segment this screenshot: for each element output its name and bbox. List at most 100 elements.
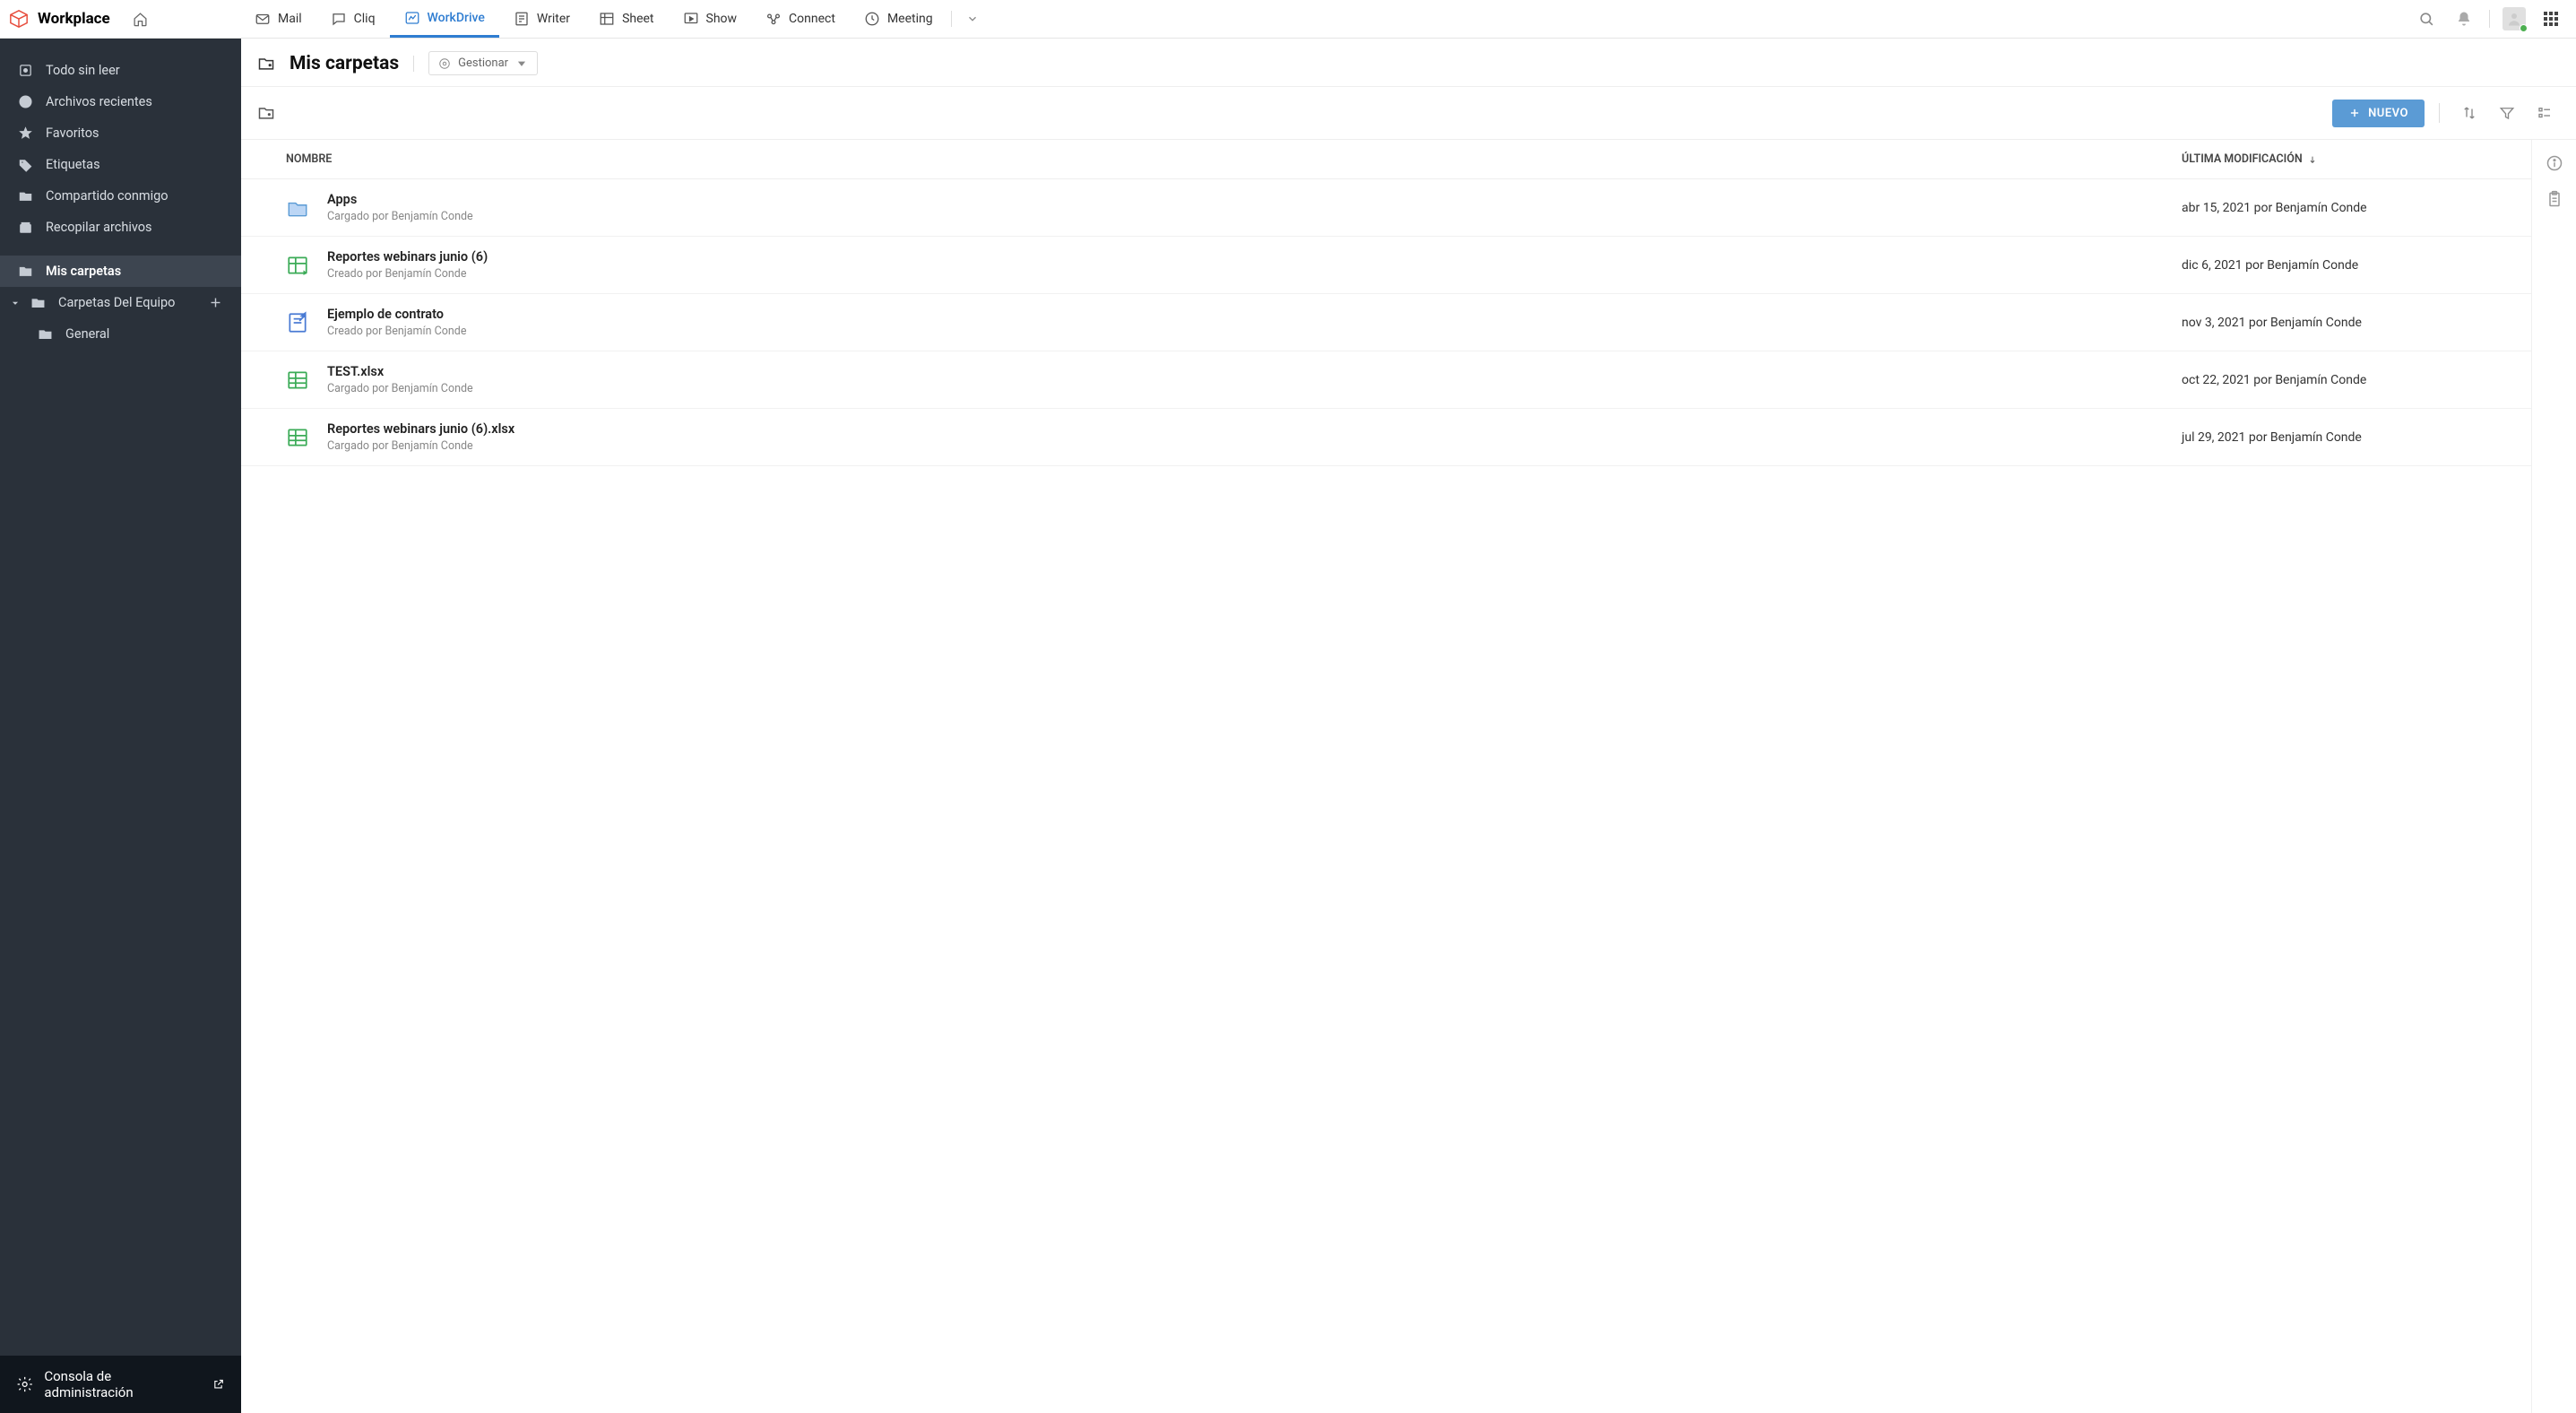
app-tab-cliq[interactable]: Cliq bbox=[316, 0, 390, 38]
file-modified: nov 3, 2021 por Benjamín Conde bbox=[2182, 316, 2486, 330]
page-voidheader: Mis carpetas Gestionar bbox=[241, 39, 2576, 87]
apps-more-button[interactable] bbox=[955, 0, 990, 38]
top-bar: Workplace Mail Cliq WorkDrive Writer She… bbox=[0, 0, 2576, 39]
sidebar-item-label: Etiquetas bbox=[46, 157, 100, 172]
folder-icon bbox=[286, 196, 309, 220]
brand: Workplace bbox=[9, 6, 240, 31]
plus-icon bbox=[2348, 107, 2361, 119]
app-tab-workdrive[interactable]: WorkDrive bbox=[390, 0, 499, 38]
app-tab-mail[interactable]: Mail bbox=[240, 0, 316, 38]
file-row[interactable]: Reportes webinars junio (6) Creado por B… bbox=[241, 237, 2531, 294]
app-tab-show[interactable]: Show bbox=[669, 0, 752, 38]
clipboard-icon bbox=[2546, 190, 2563, 208]
gear-icon bbox=[16, 1375, 33, 1393]
sidebar-item-my-folders[interactable]: Mis carpetas bbox=[0, 256, 241, 287]
home-button[interactable] bbox=[128, 6, 153, 31]
column-header-name[interactable]: NOMBRE bbox=[286, 152, 2182, 166]
file-modified: jul 29, 2021 por Benjamín Conde bbox=[2182, 430, 2486, 445]
sidebar-item-general[interactable]: General bbox=[0, 318, 241, 350]
sidebar-item-label: Mis carpetas bbox=[46, 264, 121, 279]
sidebar-item-team-folders[interactable]: Carpetas Del Equipo bbox=[0, 287, 241, 318]
right-rail bbox=[2531, 140, 2576, 1413]
meeting-icon bbox=[864, 11, 880, 27]
sheet-icon bbox=[599, 11, 615, 27]
app-label: WorkDrive bbox=[428, 11, 485, 25]
app-tab-connect[interactable]: Connect bbox=[751, 0, 850, 38]
xlsx-icon bbox=[286, 426, 309, 449]
folder-icon bbox=[257, 55, 275, 73]
file-meta: Creado por Benjamín Conde bbox=[327, 325, 2182, 338]
zoho-sheet-icon bbox=[286, 254, 309, 277]
apps-nav: Mail Cliq WorkDrive Writer Sheet Show Co… bbox=[240, 0, 990, 38]
sort-desc-icon bbox=[2308, 155, 2317, 164]
admin-label: Consola de administración bbox=[44, 1368, 198, 1400]
connect-icon bbox=[765, 11, 782, 27]
team-folder-icon bbox=[30, 295, 46, 310]
manage-button[interactable]: Gestionar bbox=[428, 51, 538, 75]
column-header-modified[interactable]: ÚLTIMA MODIFICACIÓN bbox=[2182, 152, 2486, 166]
sidebar-item-labels[interactable]: Etiquetas bbox=[0, 149, 241, 180]
file-table: NOMBRE ÚLTIMA MODIFICACIÓN Apps Cargado … bbox=[241, 140, 2531, 1413]
file-meta: Cargado por Benjamín Conde bbox=[327, 382, 2182, 395]
tag-icon bbox=[18, 157, 33, 172]
admin-console-button[interactable]: Consola de administración bbox=[0, 1356, 241, 1413]
bell-icon bbox=[2456, 11, 2472, 27]
sidebar: Todo sin leer Archivos recientes Favorit… bbox=[0, 39, 241, 1413]
file-modified: abr 15, 2021 por Benjamín Conde bbox=[2182, 201, 2486, 215]
apps-grid-button[interactable] bbox=[2538, 6, 2563, 31]
gear-icon bbox=[438, 57, 451, 70]
sidebar-item-collect[interactable]: Recopilar archivos bbox=[0, 212, 241, 243]
app-tab-sheet[interactable]: Sheet bbox=[584, 0, 668, 38]
add-team-folder-button[interactable] bbox=[208, 295, 223, 310]
filter-button[interactable] bbox=[2492, 98, 2522, 128]
filter-icon bbox=[2499, 105, 2515, 121]
view-toggle-button[interactable] bbox=[2529, 98, 2560, 128]
app-label: Meeting bbox=[887, 12, 933, 26]
chevron-down-icon bbox=[11, 299, 20, 308]
user-avatar[interactable] bbox=[2503, 7, 2526, 30]
file-row[interactable]: TEST.xlsx Cargado por Benjamín Conde oct… bbox=[241, 351, 2531, 409]
file-name: Reportes webinars junio (6).xlsx bbox=[327, 421, 2182, 437]
new-button[interactable]: NUEVO bbox=[2332, 100, 2425, 127]
info-panel-button[interactable] bbox=[2544, 152, 2565, 174]
file-row[interactable]: Reportes webinars junio (6).xlsx Cargado… bbox=[241, 409, 2531, 466]
search-button[interactable] bbox=[2414, 6, 2439, 31]
file-meta: Cargado por Benjamín Conde bbox=[327, 439, 2182, 453]
new-button-label: NUEVO bbox=[2368, 107, 2408, 120]
shared-icon bbox=[18, 188, 33, 204]
clock-icon bbox=[18, 94, 33, 109]
file-name: TEST.xlsx bbox=[327, 364, 2182, 379]
xlsx-icon bbox=[286, 368, 309, 392]
sidebar-item-unread[interactable]: Todo sin leer bbox=[0, 55, 241, 86]
file-row[interactable]: Apps Cargado por Benjamín Conde abr 15, … bbox=[241, 179, 2531, 237]
table-header: NOMBRE ÚLTIMA MODIFICACIÓN bbox=[241, 140, 2531, 179]
writer-doc-icon bbox=[286, 311, 309, 334]
activity-panel-button[interactable] bbox=[2544, 188, 2565, 210]
toolbar: NUEVO bbox=[241, 87, 2576, 140]
app-tab-meeting[interactable]: Meeting bbox=[850, 0, 947, 38]
nav-separator bbox=[951, 11, 952, 27]
app-tab-writer[interactable]: Writer bbox=[499, 0, 584, 38]
unread-icon bbox=[18, 63, 33, 78]
notifications-button[interactable] bbox=[2451, 6, 2477, 31]
app-label: Cliq bbox=[354, 12, 376, 26]
file-meta: Creado por Benjamín Conde bbox=[327, 267, 2182, 281]
info-icon bbox=[2546, 154, 2563, 172]
star-icon bbox=[18, 126, 33, 141]
separator bbox=[2439, 103, 2440, 123]
app-label: Mail bbox=[278, 12, 302, 26]
file-row[interactable]: Ejemplo de contrato Creado por Benjamín … bbox=[241, 294, 2531, 351]
sort-button[interactable] bbox=[2454, 98, 2485, 128]
sidebar-item-recent[interactable]: Archivos recientes bbox=[0, 86, 241, 117]
sidebar-item-label: Favoritos bbox=[46, 126, 99, 141]
sidebar-item-label: Carpetas Del Equipo bbox=[58, 295, 175, 310]
sidebar-item-favorites[interactable]: Favoritos bbox=[0, 117, 241, 149]
breadcrumb-root-button[interactable] bbox=[257, 104, 275, 122]
view-icon bbox=[2537, 105, 2553, 121]
grid-icon bbox=[2544, 12, 2558, 26]
sort-icon bbox=[2461, 105, 2477, 121]
home-icon bbox=[133, 12, 148, 27]
file-modified: oct 22, 2021 por Benjamín Conde bbox=[2182, 373, 2486, 387]
sidebar-item-shared[interactable]: Compartido conmigo bbox=[0, 180, 241, 212]
sidebar-item-label: Recopilar archivos bbox=[46, 220, 152, 235]
